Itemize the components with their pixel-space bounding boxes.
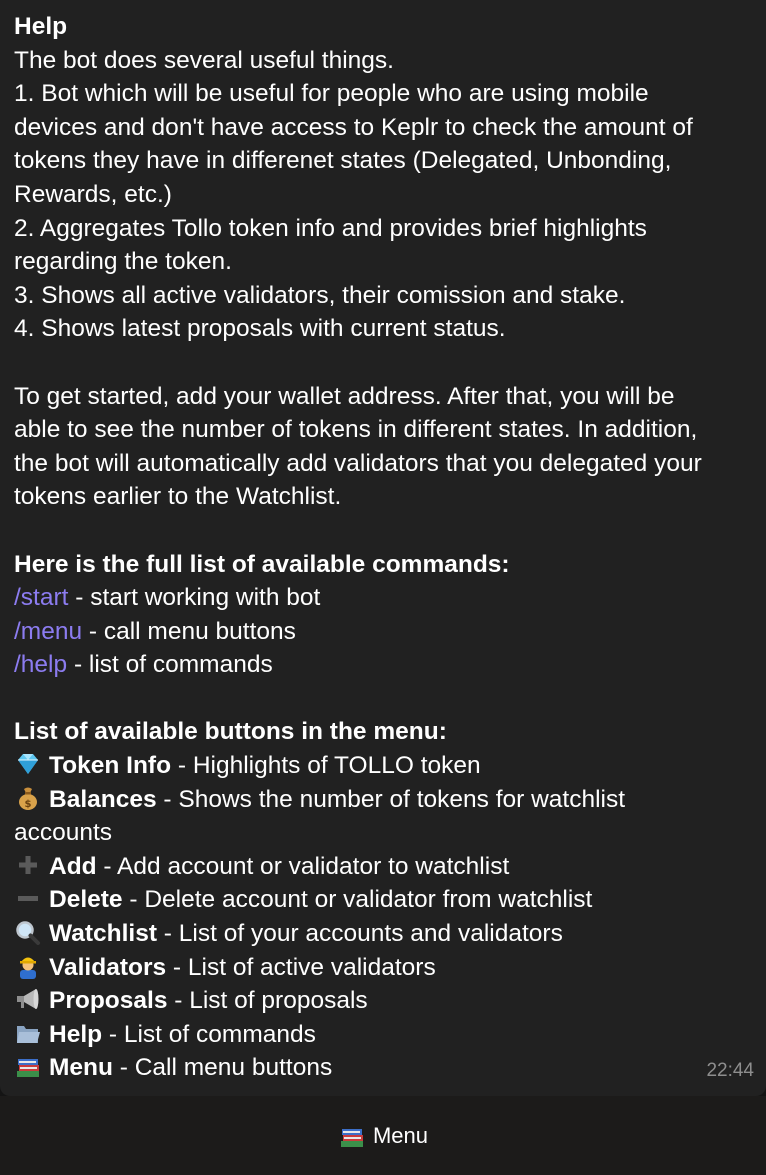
button-name: Validators bbox=[49, 953, 167, 981]
money-bag-icon: $ bbox=[14, 785, 42, 811]
button-description: - Shows the number of tokens for watchli… bbox=[156, 785, 626, 813]
command-description: - start working with bot bbox=[68, 584, 321, 612]
button-description: - Highlights of TOLLO token bbox=[171, 752, 481, 780]
message-line: the bot will automatically add validator… bbox=[14, 449, 702, 477]
svg-text:$: $ bbox=[25, 799, 32, 810]
button-row: Proposals - List of proposals bbox=[14, 984, 752, 1018]
button-row: Token Info - Highlights of TOLLO token bbox=[14, 749, 752, 783]
button-row: Watchlist - List of your accounts and va… bbox=[14, 917, 752, 951]
command-menu-link[interactable]: /menu bbox=[14, 618, 82, 645]
button-name: Add bbox=[49, 852, 97, 880]
command-description: - list of commands bbox=[67, 651, 273, 679]
megaphone-icon bbox=[14, 986, 42, 1012]
button-description: - Call menu buttons bbox=[112, 1054, 333, 1082]
menu-keyboard-button[interactable]: Menu bbox=[338, 1123, 428, 1149]
button-row: Delete - Delete account or validator fro… bbox=[14, 883, 752, 917]
button-name: Delete bbox=[49, 886, 123, 914]
button-description: - List of commands bbox=[102, 1020, 316, 1048]
message-line: able to see the number of tokens in diff… bbox=[14, 416, 698, 444]
message-line: regarding the token. bbox=[14, 248, 232, 276]
button-row: Menu - Call menu buttons bbox=[14, 1051, 752, 1085]
menu-keyboard-label: Menu bbox=[372, 1122, 429, 1148]
message-line: The bot does several useful things. bbox=[14, 46, 394, 74]
button-description: - Delete account or validator from watch… bbox=[122, 886, 593, 914]
button-name: Help bbox=[49, 1020, 103, 1048]
message-line: 2. Aggregates Tollo token info and provi… bbox=[14, 214, 647, 242]
button-row: Help - List of commands bbox=[14, 1018, 752, 1052]
buttons-heading: List of available buttons in the menu: bbox=[14, 718, 447, 746]
message-timestamp: 22:44 bbox=[706, 1060, 754, 1082]
message-line: devices and don't have access to Keplr t… bbox=[14, 113, 693, 141]
construction-worker-icon bbox=[14, 953, 42, 979]
gem-icon bbox=[14, 751, 42, 777]
books-icon bbox=[14, 1053, 42, 1079]
button-name: Proposals bbox=[49, 987, 168, 1015]
button-description-continued: accounts bbox=[14, 819, 113, 847]
message-line: 1. Bot which will be useful for people w… bbox=[14, 80, 649, 108]
folder-icon bbox=[14, 1020, 42, 1046]
command-start-link[interactable]: /start bbox=[14, 584, 68, 611]
message-line: 3. Shows all active validators, their co… bbox=[14, 281, 626, 309]
button-description: - List of active validators bbox=[166, 953, 436, 981]
button-description: - List of proposals bbox=[167, 987, 368, 1015]
books-icon bbox=[338, 1123, 366, 1149]
command-row: /help - list of commands bbox=[14, 648, 752, 682]
message-line: To get started, add your wallet address.… bbox=[14, 382, 675, 410]
plus-icon bbox=[14, 852, 42, 878]
message-line: tokens earlier to the Watchlist. bbox=[14, 483, 342, 511]
command-row: /start - start working with bot bbox=[14, 581, 752, 615]
button-row: Add - Add account or validator to watchl… bbox=[14, 850, 752, 884]
button-row: Validators - List of active validators bbox=[14, 951, 752, 985]
message-line: Rewards, etc.) bbox=[14, 180, 172, 208]
message-line: tokens they have in differenet states (D… bbox=[14, 147, 672, 175]
message-bubble: Help The bot does several useful things.… bbox=[0, 0, 766, 1096]
button-name: Watchlist bbox=[49, 920, 157, 948]
command-help-link[interactable]: /help bbox=[14, 651, 67, 678]
button-name: Balances bbox=[49, 785, 157, 813]
message-heading: Help bbox=[14, 13, 68, 40]
magnifier-icon bbox=[14, 919, 42, 946]
button-name: Token Info bbox=[49, 752, 172, 780]
reply-keyboard: Menu bbox=[0, 1096, 766, 1175]
button-name: Menu bbox=[49, 1054, 113, 1082]
commands-heading: Here is the full list of available comma… bbox=[14, 550, 510, 578]
button-row: $ Balances - Shows the number of tokens f… bbox=[14, 783, 752, 817]
button-description: - List of your accounts and validators bbox=[157, 920, 563, 948]
message-line: 4. Shows latest proposals with current s… bbox=[14, 315, 506, 343]
button-description: - Add account or validator to watchlist bbox=[96, 852, 510, 880]
command-description: - call menu buttons bbox=[82, 617, 296, 645]
minus-icon bbox=[14, 885, 42, 911]
command-row: /menu - call menu buttons bbox=[14, 615, 752, 649]
